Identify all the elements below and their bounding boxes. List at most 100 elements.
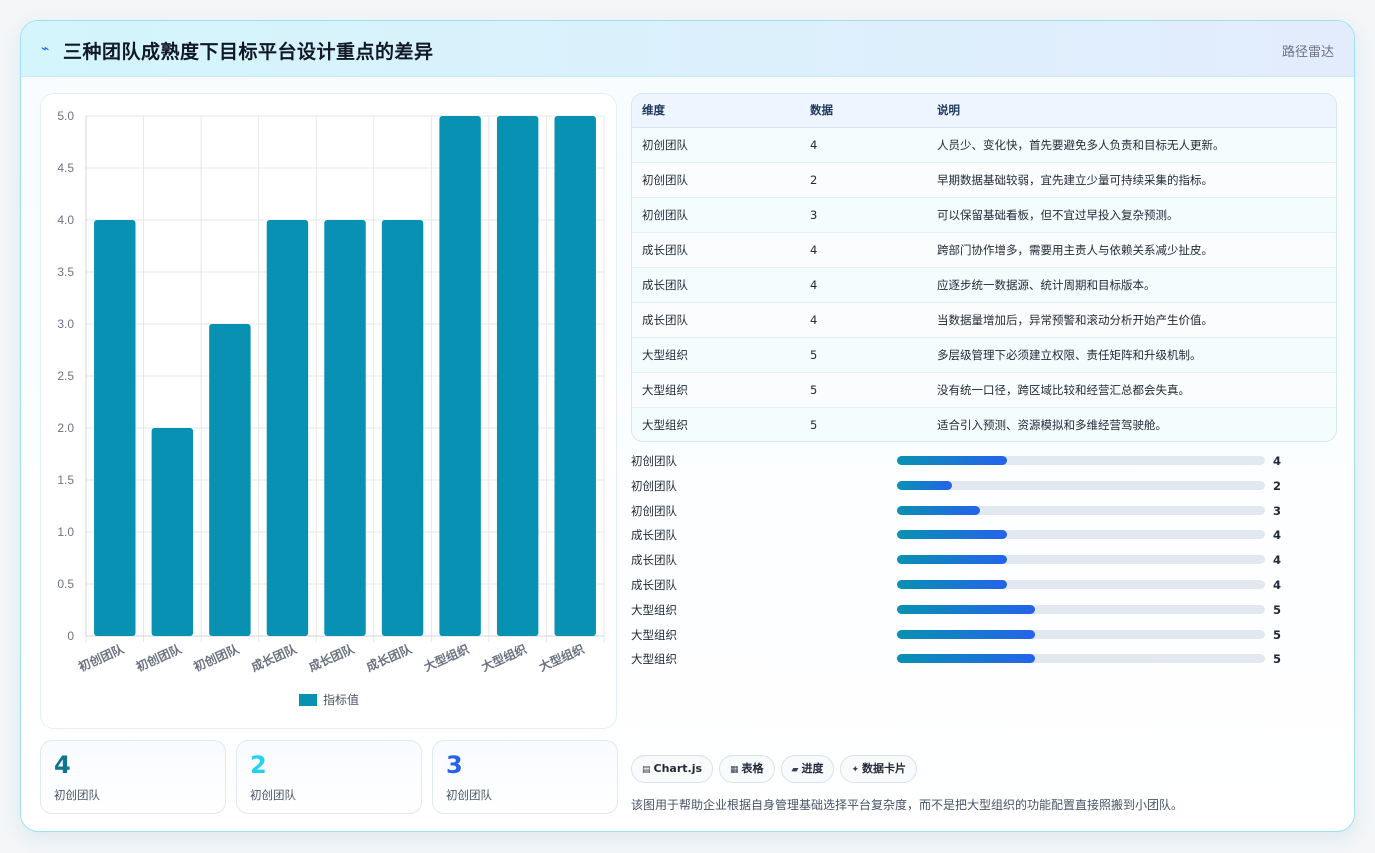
table-header-row: 维度 数据 说明: [632, 94, 1336, 128]
header-tag: 路径雷达: [1281, 45, 1334, 60]
tag-chip[interactable]: ▰ 进度: [780, 755, 835, 783]
table-cell-dimension: 大型组织: [642, 417, 688, 432]
legend-swatch: [299, 694, 317, 706]
column-header: 数据: [800, 94, 927, 128]
progress-label: 初创团队: [631, 503, 677, 518]
column-header: 维度: [632, 94, 800, 128]
y-tick-label: 1.5: [57, 473, 74, 487]
chip-label: 进度: [801, 762, 824, 775]
x-tick-label: 大型组织: [536, 641, 586, 674]
progress-fill: [897, 480, 953, 490]
progress-row: 大型组织 5: [631, 651, 1337, 676]
bar: [496, 116, 539, 636]
progress-track: [897, 505, 1265, 515]
bar: [554, 116, 596, 636]
progress-row: 大型组织 5: [631, 627, 1337, 652]
progress-value: 5: [1273, 627, 1282, 642]
table-cell-value: 4: [800, 267, 927, 303]
x-tick-label: 大型组织: [421, 641, 471, 674]
progress-list: 初创团队 4 初创团队 2 初创团队 3 成长团队 4 成长团队 4 成长团队 4 大型组织 5 大型组织 5…: [631, 453, 1337, 676]
bar: [324, 220, 366, 636]
chip-icon: ▦: [730, 765, 739, 775]
progress-fill: [897, 530, 1008, 540]
progress-value: 4: [1273, 577, 1282, 592]
table-row: 初创团队 4 人员少、变化快，首先要避免多人负责和目标无人更新。: [632, 127, 1336, 163]
main-card: ⌁ 三种团队成熟度下目标平台设计重点的差异 路径雷达 0 0.5 1.0 1.5 2.0…: [20, 20, 1355, 832]
bar: [439, 116, 481, 636]
table-cell-dimension: 成长团队: [632, 267, 800, 303]
table-row: 初创团队 2 早期数据基础较弱，宜先建立少量可持续采集的指标。: [632, 162, 1336, 198]
footer-note: 该图用于帮助企业根据自身管理基础选择平台复杂度，而不是把大型组织的功能配置直接照…: [631, 798, 1184, 812]
progress-fill: [897, 629, 1035, 639]
bar: [151, 428, 194, 636]
progress-track: [897, 629, 1265, 639]
table-cell-dimension: 成长团队: [632, 302, 800, 338]
progress-track: [897, 604, 1265, 614]
y-tick-label: 1.0: [57, 525, 74, 539]
progress-label: 成长团队: [631, 528, 677, 543]
chip-icon: ▰: [791, 765, 799, 775]
tag-chip[interactable]: ✦ 数据卡片: [840, 755, 918, 783]
progress-label: 初创团队: [631, 454, 677, 468]
table-row: 大型组织 5 适合引入预测、资源模拟和多维经营驾驶舱。: [632, 407, 1336, 441]
progress-label: 成长团队: [631, 577, 677, 592]
chart-panel: 0 0.5 1.0 1.5 2.0 2.5 3.0 3.5 4.0 4.5 5.0 初创团队 初创团队初…: [40, 93, 617, 729]
table-cell-value: 4: [800, 302, 927, 338]
table-cell-note: 当数据量增加后，异常预警和滚动分析开始产生价值。: [927, 302, 1336, 338]
progress-fill: [897, 654, 1035, 664]
table-cell-note: 早期数据基础较弱，宜先建立少量可持续采集的指标。: [927, 162, 1336, 198]
wave-icon: ⌁: [41, 41, 50, 57]
table-row: 大型组织 5 没有统一口径，跨区域比较和经营汇总都会失真。: [632, 372, 1336, 408]
tag-chip[interactable]: ▦ 表格: [719, 755, 775, 783]
table-row: 大型组织 5 多层级管理下必须建立权限、责任矩阵和升级机制。: [632, 337, 1336, 373]
stat-value: 4: [54, 751, 71, 779]
y-tick-label: 2.5: [57, 369, 74, 383]
y-tick-label: 0: [67, 629, 74, 643]
stat-label: 初创团队: [54, 788, 100, 802]
progress-value: 5: [1273, 652, 1282, 667]
progress-value: 4: [1273, 553, 1282, 568]
bar: [209, 324, 251, 636]
progress-track: [897, 555, 1265, 565]
chip-label: 表格: [741, 762, 764, 775]
progress-fill: [897, 456, 1008, 465]
x-tick-label: 初创团队: [134, 641, 185, 675]
table-cell-dimension: 初创团队: [632, 162, 800, 198]
table-row: 初创团队 3 可以保留基础看板，但不宜过早投入复杂预测。: [632, 197, 1336, 233]
tag-chip[interactable]: ▤ Chart.js: [631, 755, 714, 783]
table-cell-note: 适合引入预测、资源模拟和多维经营驾驶舱。: [937, 417, 1167, 432]
table-cell-value: 5: [810, 417, 818, 432]
x-tick-label: 成长团队: [249, 641, 300, 675]
progress-label: 大型组织: [631, 652, 677, 667]
progress-row: 初创团队 3: [631, 503, 1337, 528]
y-tick-label: 5.0: [57, 109, 74, 123]
table-row: 成长团队 4 应逐步统一数据源、统计周期和目标版本。: [632, 267, 1336, 303]
data-table: 维度 数据 说明 初创团队 4 人员少、变化快，首先要避免多人负责和目标无人更新。初…: [631, 93, 1337, 442]
table-cell-value: 2: [800, 162, 927, 198]
bar-chart: 00.51.01.52.02.53.03.54.04.55.0初创团队 初创团队初…: [57, 109, 605, 707]
progress-row: 成长团队 4: [631, 552, 1337, 577]
x-tick-label: 大型组织: [479, 641, 529, 674]
table-cell-note: 可以保留基础看板，但不宜过早投入复杂预测。: [927, 197, 1336, 233]
legend-label: 指标值: [323, 692, 359, 707]
card-header: ⌁ 三种团队成熟度下目标平台设计重点的差异 路径雷达: [21, 21, 1354, 77]
progress-fill: [897, 505, 980, 515]
progress-row: 初创团队 4: [631, 453, 1337, 478]
table-cell-value: 5: [800, 337, 927, 373]
page-title: 三种团队成熟度下目标平台设计重点的差异: [63, 41, 434, 63]
y-tick-label: 3.0: [57, 317, 74, 331]
table-cell-dimension: 大型组织: [632, 372, 800, 408]
progress-fill: [897, 555, 1008, 565]
progress-track: [897, 530, 1265, 540]
x-tick-label: 成长团队: [306, 641, 357, 675]
stat-card: 2 初创团队: [236, 740, 422, 814]
table-cell-note: 跨部门协作增多，需要用主责人与依赖关系减少扯皮。: [927, 232, 1336, 268]
progress-fill: [897, 579, 1008, 589]
progress-track: [897, 456, 1265, 465]
y-tick-label: 2.0: [57, 421, 74, 435]
chip-label: 数据卡片: [862, 762, 907, 775]
progress-track: [897, 480, 1265, 490]
y-tick-label: 4.0: [57, 213, 74, 227]
stat-card: 4 初创团队: [40, 740, 226, 814]
progress-track: [897, 579, 1265, 589]
